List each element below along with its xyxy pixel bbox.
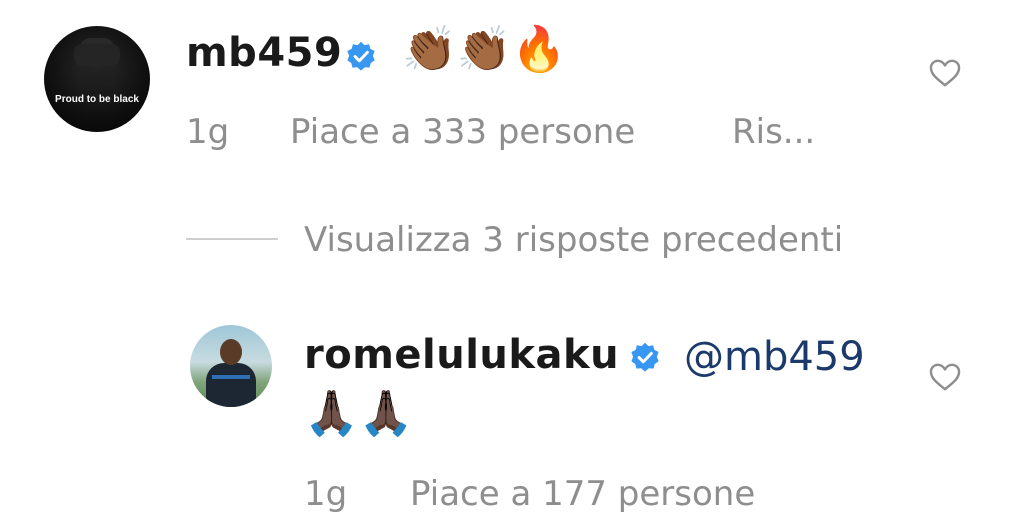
reply-age: 1g — [304, 474, 348, 514]
verified-badge-icon — [631, 342, 659, 372]
view-replies-link[interactable]: Visualizza 3 risposte precedenti — [304, 220, 843, 260]
avatar-figure-stripe — [212, 375, 250, 379]
heart-outline-icon[interactable] — [928, 362, 962, 392]
comment-likes[interactable]: Piace a 333 persone — [290, 112, 635, 152]
heart-outline-icon[interactable] — [928, 58, 962, 88]
verified-badge-icon — [347, 41, 375, 71]
comment-text: 👏🏾👏🏾🔥 — [402, 24, 567, 75]
avatar[interactable]: Proud to be black — [44, 26, 150, 132]
reply-text: 🙏🏿🙏🏿 — [304, 388, 414, 439]
avatar-figure-body — [206, 363, 256, 407]
reply-likes[interactable]: Piace a 177 persone — [410, 474, 755, 514]
reply-mention[interactable]: @mb459 — [684, 334, 865, 380]
avatar-figure-head — [220, 339, 242, 365]
reply-button[interactable]: Ris... — [732, 112, 815, 152]
avatar-caption: Proud to be black — [55, 94, 139, 105]
reply-username[interactable]: romelulukaku — [304, 332, 619, 378]
comment-username[interactable]: mb459 — [186, 30, 342, 76]
comment-age: 1g — [186, 112, 230, 152]
reply-avatar[interactable] — [190, 325, 272, 407]
replies-divider — [186, 238, 278, 240]
fist-graphic — [74, 38, 120, 94]
